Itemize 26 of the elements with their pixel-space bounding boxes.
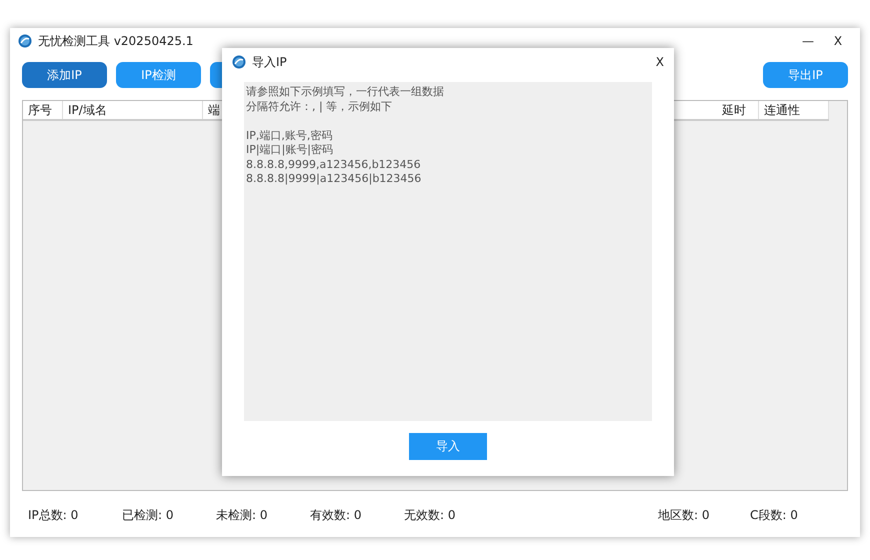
close-button[interactable]: X bbox=[656, 55, 664, 69]
window-title: 无忧检测工具 v20250425.1 bbox=[38, 32, 194, 50]
status-count: 未检测: 0 bbox=[216, 506, 268, 524]
status-count: 地区数: 0 bbox=[658, 506, 710, 524]
example-line: 8.8.8.8|9999|a123456|b123456 bbox=[246, 172, 422, 186]
input-field[interactable]: 请参照如下示例填写，一行代表一组数据 分隔符允许：, | 等，示例如下 IP,端口,账号,密码 IP|端口|账号|密码 8.8.8.8,9999,a123456,b123456 8.8.8.8|9999|a123456|b123456 bbox=[244, 82, 652, 421]
column-header: 连通性 bbox=[759, 101, 829, 119]
logo-icon bbox=[232, 55, 246, 69]
minimize-button[interactable]: — bbox=[800, 34, 816, 48]
toolbar-button[interactable] bbox=[210, 62, 223, 88]
status-count: 无效数: 0 bbox=[404, 506, 456, 524]
close-button[interactable]: X bbox=[830, 34, 846, 48]
column-header: 序号 bbox=[23, 101, 63, 119]
example-line: IP,端口,账号,密码 bbox=[246, 128, 332, 143]
status-count: 已检测: 0 bbox=[122, 506, 174, 524]
status-count: C段数: 0 bbox=[750, 506, 799, 524]
status-count: IP总数: 0 bbox=[28, 506, 80, 524]
example-line: IP|端口|账号|密码 bbox=[246, 143, 333, 158]
status-count: 有效数: 0 bbox=[310, 506, 362, 524]
dialog-title: 导入IP bbox=[252, 54, 288, 70]
logo-icon bbox=[18, 34, 32, 48]
example-line: 8.8.8.8,9999,a123456,b123456 bbox=[246, 158, 421, 172]
toolbar-button[interactable]: 添加IP bbox=[22, 62, 107, 88]
column-header: IP/域名 bbox=[63, 101, 203, 119]
column-header: 延时 bbox=[717, 101, 759, 119]
example-line: 请参照如下示例填写，一行代表一组数据 bbox=[246, 85, 444, 100]
